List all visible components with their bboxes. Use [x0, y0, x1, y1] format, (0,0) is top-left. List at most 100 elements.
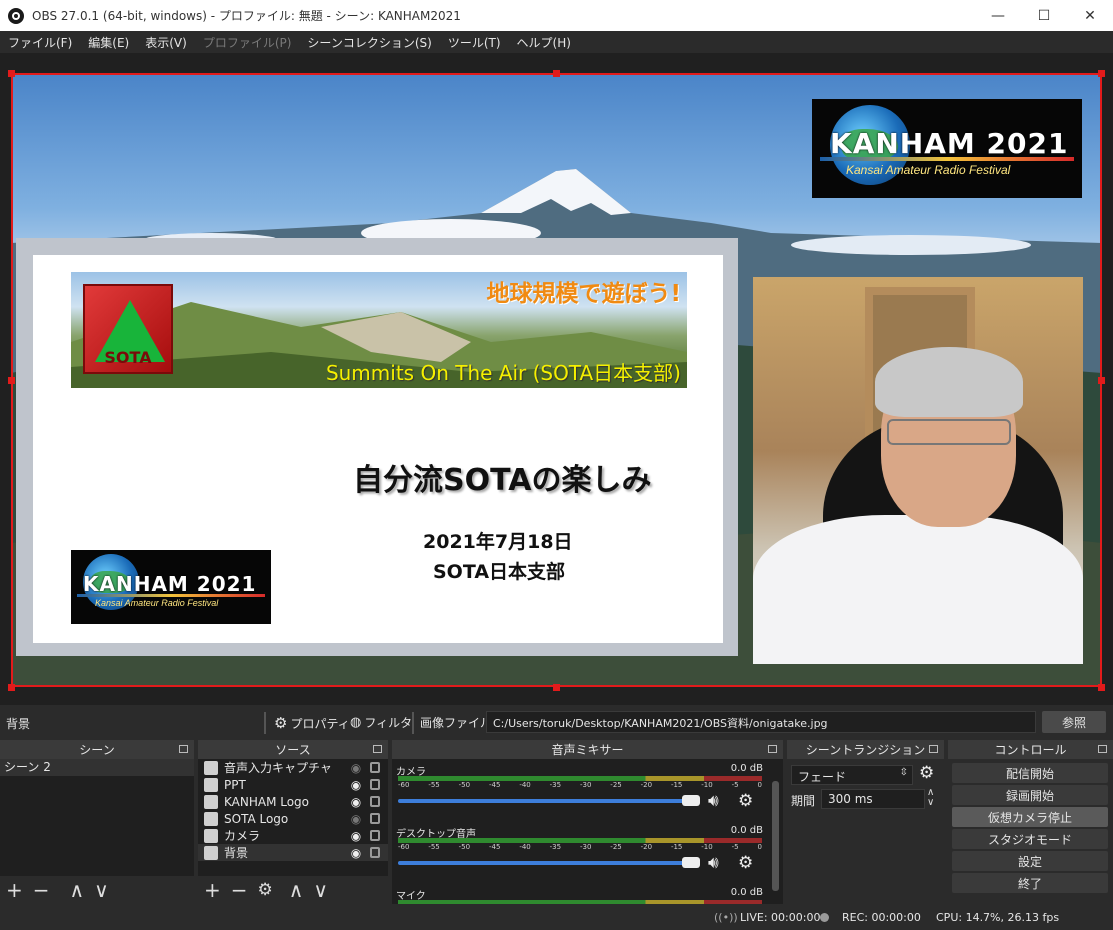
controls-dock: コントロール 配信開始 録画開始 仮想カメラ停止 スタジオモード 設定 終了	[948, 740, 1113, 904]
settings-button[interactable]: 設定	[952, 851, 1108, 871]
tick: -30	[579, 843, 592, 851]
rec-dot-icon	[820, 913, 829, 922]
window-controls: — ☐ ✕	[975, 0, 1113, 31]
menu-help[interactable]: ヘルプ(H)	[509, 34, 579, 51]
undock-icon[interactable]	[179, 745, 188, 753]
gear-icon[interactable]: ⚙	[738, 853, 753, 873]
visibility-icon[interactable]: ◉	[348, 846, 364, 860]
maximize-button[interactable]: ☐	[1021, 0, 1067, 31]
volume-slider-handle[interactable]	[682, 857, 700, 868]
menu-tools[interactable]: ツール(T)	[440, 34, 509, 51]
source-item[interactable]: 音声入力キャプチャ ◉	[198, 759, 388, 776]
resize-handle-left[interactable]	[8, 377, 15, 384]
lock-icon[interactable]	[370, 847, 380, 858]
source-item[interactable]: KANHAM Logo ◉	[198, 793, 388, 810]
undock-icon[interactable]	[768, 745, 777, 753]
speaker-icon[interactable]: 🔊︎	[708, 791, 719, 811]
scenes-list: シーン 2	[0, 759, 194, 876]
resize-handle-top-right[interactable]	[1098, 70, 1105, 77]
transitions-dock: シーントランジション フェード ⇳ ⚙ 期間 300 ms ∧ ∨	[787, 740, 944, 904]
slide-org: SOTA日本支部	[433, 561, 566, 583]
volume-slider-track[interactable]	[398, 799, 698, 803]
minimize-button[interactable]: —	[975, 0, 1021, 31]
exit-button[interactable]: 終了	[952, 873, 1108, 893]
move-up-icon[interactable]: ∧	[289, 878, 304, 902]
controls-body: 配信開始 録画開始 仮想カメラ停止 スタジオモード 設定 終了	[948, 759, 1113, 904]
start-recording-button[interactable]: 録画開始	[952, 785, 1108, 805]
menu-view[interactable]: 表示(V)	[137, 34, 195, 51]
scene-item[interactable]: シーン 2	[0, 759, 194, 776]
mixer-scrollbar[interactable]	[772, 781, 779, 891]
remove-icon[interactable]: −	[231, 878, 248, 902]
source-item[interactable]: 背景 ◉	[198, 844, 388, 861]
visibility-icon[interactable]: ◉	[348, 795, 364, 809]
remove-icon[interactable]: −	[33, 878, 50, 902]
undock-icon[interactable]	[1098, 745, 1107, 753]
logo-title: KANHAM 2021	[83, 572, 257, 596]
tick: 0	[757, 843, 762, 851]
source-item[interactable]: SOTA Logo ◉	[198, 810, 388, 827]
controls-dock-title: コントロール	[994, 743, 1067, 757]
resize-handle-top[interactable]	[553, 70, 560, 77]
camera-icon	[204, 828, 218, 843]
lock-icon[interactable]	[370, 762, 380, 773]
cpu-fps: CPU: 14.7%, 26.13 fps	[936, 911, 1060, 924]
volume-slider-handle[interactable]	[682, 795, 700, 806]
channel-db: 0.0 dB	[730, 763, 763, 774]
gear-icon[interactable]: ⚙	[919, 763, 934, 783]
visibility-off-icon[interactable]: ◉	[348, 761, 364, 775]
lock-icon[interactable]	[370, 813, 380, 824]
mixer-dock-header: 音声ミキサー	[392, 740, 783, 759]
speaker-icon[interactable]: 🔊︎	[708, 853, 719, 873]
transition-type: フェード	[798, 770, 847, 784]
lock-icon[interactable]	[370, 779, 380, 790]
browse-button[interactable]: 参照	[1042, 711, 1106, 733]
image-path-field[interactable]: C:/Users/toruk/Desktop/KANHAM2021/OBS資料/…	[486, 711, 1036, 733]
tick: -25	[610, 781, 622, 789]
visibility-icon[interactable]: ◉	[348, 778, 364, 792]
visibility-icon[interactable]: ◉	[348, 829, 364, 843]
menu-file[interactable]: ファイル(F)	[0, 34, 80, 51]
studio-mode-button[interactable]: スタジオモード	[952, 829, 1108, 849]
undock-icon[interactable]	[373, 745, 382, 753]
transitions-dock-header: シーントランジション	[787, 740, 944, 759]
resize-handle-bottom-left[interactable]	[8, 684, 15, 691]
properties-button[interactable]: ⚙ プロパティ	[274, 714, 350, 732]
lock-icon[interactable]	[370, 796, 380, 807]
volume-slider-track[interactable]	[398, 861, 698, 865]
resize-handle-right[interactable]	[1098, 377, 1105, 384]
menu-edit[interactable]: 編集(E)	[80, 34, 137, 51]
stepper-icon[interactable]: ∧ ∨	[927, 788, 934, 808]
gear-icon[interactable]: ⚙	[258, 880, 273, 900]
resize-handle-top-left[interactable]	[8, 70, 15, 77]
filters-button[interactable]: ◍ フィルタ	[350, 714, 412, 731]
sources-dock-footer: + − ⚙ ∧ ∨	[198, 876, 388, 904]
menu-scene-collection[interactable]: シーンコレクション(S)	[299, 34, 439, 51]
source-item[interactable]: カメラ ◉	[198, 827, 388, 844]
stop-virtual-camera-button[interactable]: 仮想カメラ停止	[952, 807, 1108, 827]
tick: -40	[519, 781, 531, 789]
resize-handle-bottom[interactable]	[553, 684, 560, 691]
sources-dock: ソース 音声入力キャプチャ ◉ PPT ◉ KANHAM Logo ◉ SOTA…	[198, 740, 388, 904]
gear-icon: ⚙	[274, 714, 288, 732]
source-label: 音声入力キャプチャ	[224, 761, 332, 775]
move-down-icon[interactable]: ∨	[94, 878, 109, 902]
lock-icon[interactable]	[370, 830, 380, 841]
move-down-icon[interactable]: ∨	[313, 878, 328, 902]
source-item[interactable]: PPT ◉	[198, 776, 388, 793]
preview-canvas[interactable]: KANHAM 2021 Kansai Amateur Radio Festiva…	[11, 73, 1102, 687]
title-bar: OBS 27.0.1 (64-bit, windows) - プロファイル: 無…	[0, 0, 1113, 31]
undock-icon[interactable]	[929, 745, 938, 753]
move-up-icon[interactable]: ∧	[70, 878, 85, 902]
duration-field[interactable]: 300 ms	[821, 789, 925, 809]
add-icon[interactable]: +	[204, 878, 221, 902]
add-icon[interactable]: +	[6, 878, 23, 902]
resize-handle-bottom-right[interactable]	[1098, 684, 1105, 691]
mixer-channel: カメラ 0.0 dB -60 -55 -50 -45 -40 -35 -30 -…	[392, 759, 783, 821]
transition-select[interactable]: フェード ⇳	[791, 765, 913, 785]
start-streaming-button[interactable]: 配信開始	[952, 763, 1108, 783]
gear-icon[interactable]: ⚙	[738, 791, 753, 811]
close-button[interactable]: ✕	[1067, 0, 1113, 31]
preview-area[interactable]: KANHAM 2021 Kansai Amateur Radio Festiva…	[0, 53, 1113, 705]
visibility-off-icon[interactable]: ◉	[348, 812, 364, 826]
